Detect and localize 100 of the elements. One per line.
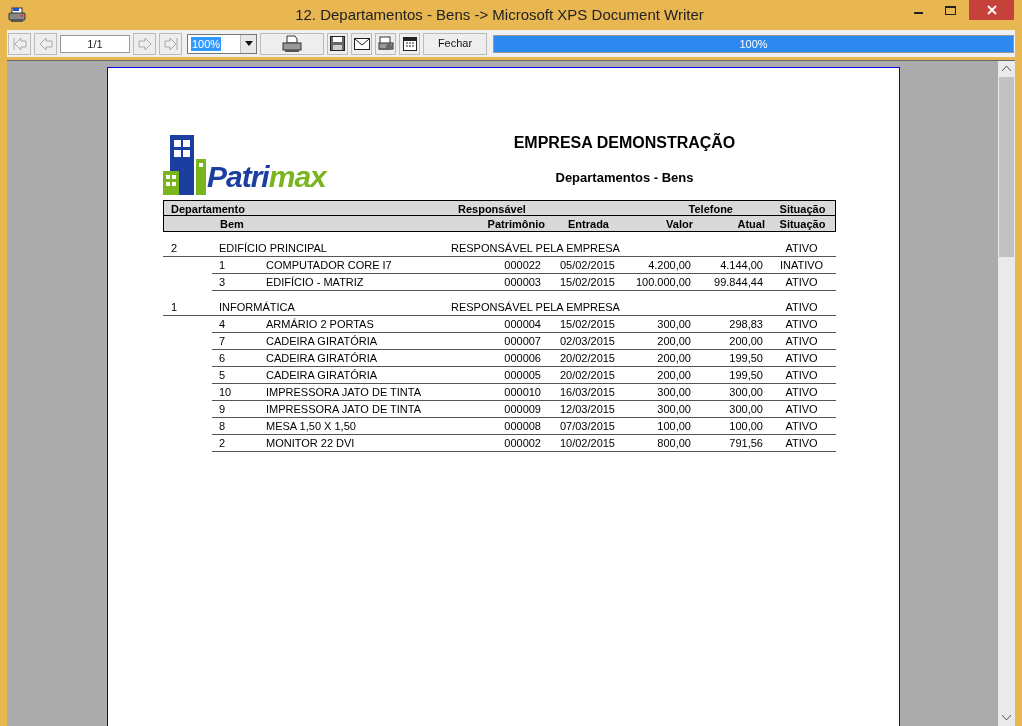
table-cell-text: 20/02/2015 [558, 351, 616, 366]
envelope-icon[interactable] [351, 32, 372, 55]
scroll-up-icon[interactable] [1002, 66, 1011, 72]
scroll-thumb[interactable] [999, 77, 1014, 257]
table-cell-text: ATIVO [784, 334, 819, 349]
table-cell-text: ATIVO [784, 402, 819, 417]
table-cell-text: RESPONSÁVEL PELA EMPRESA [450, 241, 621, 256]
table-cell-text: 16/03/2015 [558, 385, 616, 400]
table-cell-text: 2 [218, 436, 227, 451]
table-cell-text: 298,83 [728, 317, 764, 332]
table-cell-text: 9 [218, 402, 227, 417]
table-cell-text: CADEIRA GIRATÓRIA [265, 368, 379, 383]
table-cell-text: ATIVO [784, 385, 819, 400]
table-cell-text: 199,50 [728, 368, 764, 383]
column-header: Situação [778, 217, 827, 232]
table-cell-text: 300,00 [728, 402, 764, 417]
table-cell-text: EDIFÍCIO PRINCIPAL [218, 241, 328, 256]
table-cell-text: ATIVO [784, 368, 819, 383]
table-cell-text: 000003 [503, 275, 542, 290]
page-field[interactable]: 1/1 [60, 34, 130, 53]
calculator-icon[interactable] [399, 32, 420, 55]
table-cell-text: CADEIRA GIRATÓRIA [265, 351, 379, 366]
close-button[interactable] [969, 0, 1014, 20]
table-cell-text: 200,00 [656, 368, 692, 383]
table-cell-text: MONITOR 22 DVI [265, 436, 356, 451]
table-cell-text: 4.200,00 [647, 258, 692, 273]
logo-text: Patrimax [207, 161, 326, 193]
table-cell-text: 6 [218, 351, 227, 366]
table-cell-text: 1 [218, 258, 227, 273]
table-cell-text: MESA 1,50 X 1,50 [265, 419, 357, 434]
maximize-icon[interactable] [945, 6, 957, 16]
table-cell-text: 000006 [503, 351, 542, 366]
table-cell-text: 2 [170, 241, 179, 256]
company-name: EMPRESA DEMONSTRAÇÃO [513, 132, 736, 153]
table-cell-text: 20/02/2015 [558, 368, 616, 383]
table-cell-text: ARMÁRIO 2 PORTAS [265, 317, 375, 332]
table-cell-text: 1 [170, 300, 179, 315]
table-cell-text: 000004 [503, 317, 542, 332]
save-icon[interactable] [327, 32, 348, 55]
table-cell-text: 15/02/2015 [558, 275, 616, 290]
table-cell-text: 200,00 [656, 334, 692, 349]
printer-icon[interactable] [282, 34, 302, 53]
column-header: Telefone [687, 202, 734, 217]
table-cell-text: 05/02/2015 [558, 258, 616, 273]
table-cell-text: 300,00 [656, 385, 692, 400]
table-cell-text: IMPRESSORA JATO DE TINTA [265, 385, 423, 400]
table-cell-text: 3 [218, 275, 227, 290]
table-cell-text: 4 [218, 317, 227, 332]
table-cell-text: 10 [218, 385, 233, 400]
table-cell-text: 200,00 [656, 351, 692, 366]
column-header: Situação [778, 202, 827, 217]
table-cell-text: 07/03/2015 [558, 419, 616, 434]
scroll-down-icon[interactable] [1002, 715, 1011, 721]
column-header: Responsável [457, 202, 527, 217]
table-cell-text: 000005 [503, 368, 542, 383]
table-cell-text: CADEIRA GIRATÓRIA [265, 334, 379, 349]
printer-settings-icon[interactable] [375, 32, 396, 55]
table-cell-text: 100,00 [728, 419, 764, 434]
table-cell-text: ATIVO [784, 241, 819, 256]
table-cell-text: ATIVO [784, 275, 819, 290]
table-cell-text: 800,00 [656, 436, 692, 451]
table-cell-text: RESPONSÁVEL PELA EMPRESA [450, 300, 621, 315]
column-header: Atual [736, 217, 766, 232]
print-button[interactable] [260, 32, 324, 55]
table-cell-text: 02/03/2015 [558, 334, 616, 349]
table-cell-text: 100,00 [656, 419, 692, 434]
printer-icon[interactable] [8, 7, 26, 23]
table-cell-text: 000007 [503, 334, 542, 349]
building-logo-icon [163, 135, 207, 195]
table-cell-text: 000009 [503, 402, 542, 417]
caret-icon [240, 34, 256, 53]
table-cell-text: 000002 [503, 436, 542, 451]
table-cell-text: ATIVO [784, 436, 819, 451]
table-cell-text: 000010 [503, 385, 542, 400]
table-cell-text: IMPRESSORA JATO DE TINTA [265, 402, 423, 417]
table-cell-text: ATIVO [784, 419, 819, 434]
table-cell-text: ATIVO [784, 317, 819, 332]
table-cell-text: 000022 [503, 258, 542, 273]
table-cell-text: 15/02/2015 [558, 317, 616, 332]
report-title: Departamentos - Bens [555, 168, 694, 187]
scrollbar[interactable] [998, 61, 1015, 726]
table-cell-text: ATIVO [784, 300, 819, 315]
table-cell-text: 199,50 [728, 351, 764, 366]
table-cell-text: 10/02/2015 [558, 436, 616, 451]
close-icon[interactable] [986, 5, 997, 15]
table-cell-text: ATIVO [784, 351, 819, 366]
table-cell-text: COMPUTADOR CORE I7 [265, 258, 393, 273]
column-header: Bem [219, 217, 245, 232]
table-cell-text: 300,00 [728, 385, 764, 400]
table-cell-text: INFORMÁTICA [218, 300, 296, 315]
table-cell-text: 99.844,44 [713, 275, 764, 290]
progress-reading: 100% [739, 36, 768, 52]
column-header: Patrimônio [486, 217, 546, 232]
close-report-button[interactable]: Fechar [423, 32, 487, 55]
table-cell-text: 300,00 [656, 317, 692, 332]
column-header: Departamento [170, 202, 246, 217]
table-cell-text: 791,56 [728, 436, 764, 451]
table-cell-text: 4.144,00 [719, 258, 764, 273]
column-header: Entrada [567, 217, 610, 232]
table-cell-text: 5 [218, 368, 227, 383]
